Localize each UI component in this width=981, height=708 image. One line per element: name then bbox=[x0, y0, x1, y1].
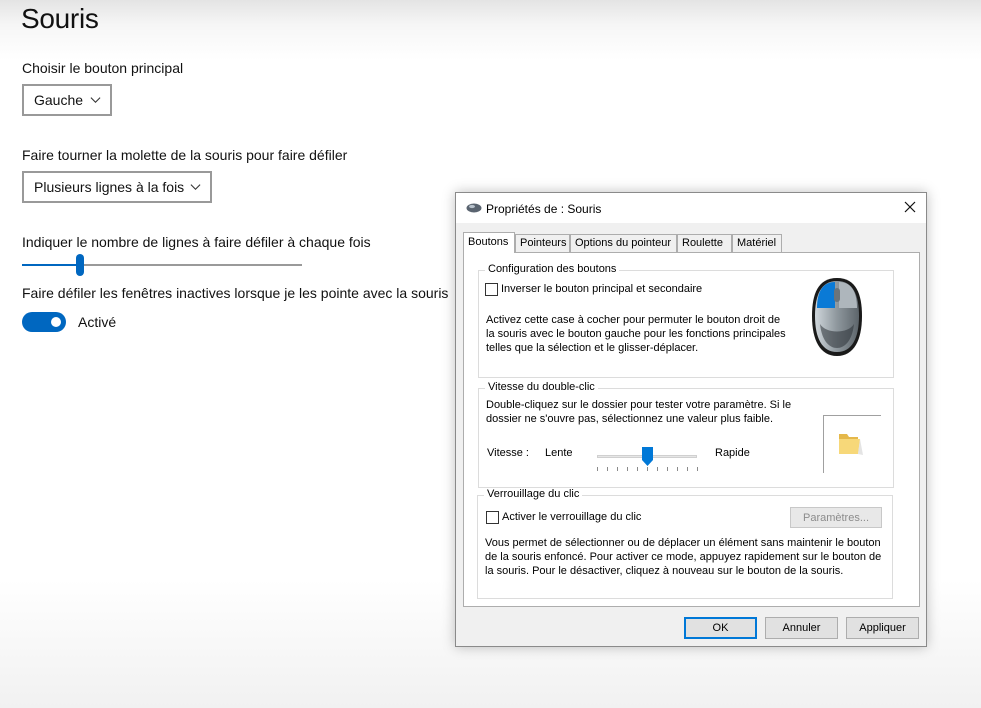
dialog-title: Propriétés de : Souris bbox=[486, 202, 602, 216]
speed-label: Vitesse : bbox=[487, 447, 529, 459]
tab-boutons[interactable]: Boutons bbox=[463, 232, 515, 253]
toggle-knob bbox=[51, 317, 61, 327]
click-lock-checkbox[interactable] bbox=[486, 511, 499, 524]
lines-to-scroll-track[interactable] bbox=[22, 264, 302, 266]
swap-buttons-label[interactable]: Inverser le bouton principal et secondai… bbox=[501, 283, 702, 295]
scroll-mode-label: Faire tourner la molette de la souris po… bbox=[22, 147, 348, 163]
chevron-down-icon bbox=[190, 184, 201, 191]
slider-tick bbox=[627, 467, 628, 471]
desc-line: la souris. Pour le désactiver, cliquez à… bbox=[485, 565, 844, 577]
scroll-mode-value: Plusieurs lignes à la fois bbox=[34, 179, 185, 195]
close-icon[interactable] bbox=[902, 199, 918, 215]
desc-line: la souris avec le bouton gauche pour les… bbox=[486, 328, 786, 340]
click-lock-settings-button[interactable]: Paramètres... bbox=[790, 507, 882, 528]
desc-line: Double-cliquez sur le dossier pour teste… bbox=[486, 399, 792, 411]
dialog-titlebar[interactable]: Propriétés de : Souris bbox=[456, 193, 926, 223]
primary-button-label: Choisir le bouton principal bbox=[22, 60, 184, 76]
click-lock-title: Verrouillage du clic bbox=[484, 488, 583, 500]
slider-tick bbox=[677, 467, 678, 471]
double-click-title: Vitesse du double-clic bbox=[485, 381, 598, 393]
lines-to-scroll-thumb[interactable] bbox=[75, 254, 84, 276]
slider-tick bbox=[597, 467, 598, 471]
slow-label: Lente bbox=[545, 447, 573, 459]
double-click-speed-thumb[interactable] bbox=[641, 447, 653, 466]
tab-options-pointeur[interactable]: Options du pointeur bbox=[570, 234, 677, 252]
cancel-button[interactable]: Annuler bbox=[765, 617, 838, 639]
mouse-properties-dialog: Propriétés de : Souris Boutons Pointeurs… bbox=[455, 192, 927, 647]
button-config-description: Activez cette case à cocher pour permute… bbox=[486, 313, 786, 355]
fast-label: Rapide bbox=[715, 447, 750, 459]
desc-line: telles que la sélection et le glisser-dé… bbox=[486, 342, 699, 354]
tab-roulette[interactable]: Roulette bbox=[677, 234, 732, 252]
slider-tick bbox=[607, 467, 608, 471]
primary-button-value: Gauche bbox=[34, 92, 84, 108]
inactive-scroll-label: Faire défiler les fenêtres inactives lor… bbox=[22, 285, 449, 301]
desc-line: Activez cette case à cocher pour permute… bbox=[486, 314, 781, 326]
desc-line: de la souris enfoncé. Pour activer ce mo… bbox=[485, 551, 882, 563]
lines-to-scroll-label: Indiquer le nombre de lignes à faire déf… bbox=[22, 234, 371, 250]
slider-tick bbox=[617, 467, 618, 471]
click-lock-label[interactable]: Activer le verrouillage du clic bbox=[502, 511, 641, 523]
desc-line: dossier ne s'ouvre pas, sélectionnez une… bbox=[486, 413, 774, 425]
button-config-title: Configuration des boutons bbox=[485, 263, 620, 275]
scroll-mode-dropdown[interactable]: Plusieurs lignes à la fois bbox=[22, 171, 212, 203]
primary-button-dropdown[interactable]: Gauche bbox=[22, 84, 112, 116]
swap-buttons-checkbox[interactable] bbox=[485, 283, 498, 296]
slider-tick bbox=[667, 467, 668, 471]
page-title: Souris bbox=[21, 3, 99, 34]
lines-to-scroll-fill bbox=[22, 264, 80, 266]
slider-tick bbox=[657, 467, 658, 471]
click-lock-description: Vous permet de sélectionner ou de déplac… bbox=[485, 536, 881, 578]
tab-materiel[interactable]: Matériel bbox=[732, 234, 782, 252]
slider-tick bbox=[697, 467, 698, 471]
slider-tick bbox=[647, 467, 648, 471]
folder-icon bbox=[839, 434, 863, 455]
inactive-scroll-state: Activé bbox=[78, 314, 117, 330]
chevron-down-icon bbox=[90, 97, 101, 104]
mouse-illustration-icon bbox=[812, 278, 862, 356]
double-click-description: Double-cliquez sur le dossier pour teste… bbox=[486, 398, 791, 426]
mouse-icon bbox=[466, 203, 482, 213]
apply-button[interactable]: Appliquer bbox=[846, 617, 919, 639]
ok-button[interactable]: OK bbox=[684, 617, 757, 639]
double-click-test-area[interactable] bbox=[823, 415, 881, 473]
inactive-scroll-toggle[interactable] bbox=[22, 312, 66, 332]
desc-line: Vous permet de sélectionner ou de déplac… bbox=[485, 537, 881, 549]
tab-pointeurs[interactable]: Pointeurs bbox=[515, 234, 570, 252]
slider-tick bbox=[687, 467, 688, 471]
slider-tick bbox=[637, 467, 638, 471]
